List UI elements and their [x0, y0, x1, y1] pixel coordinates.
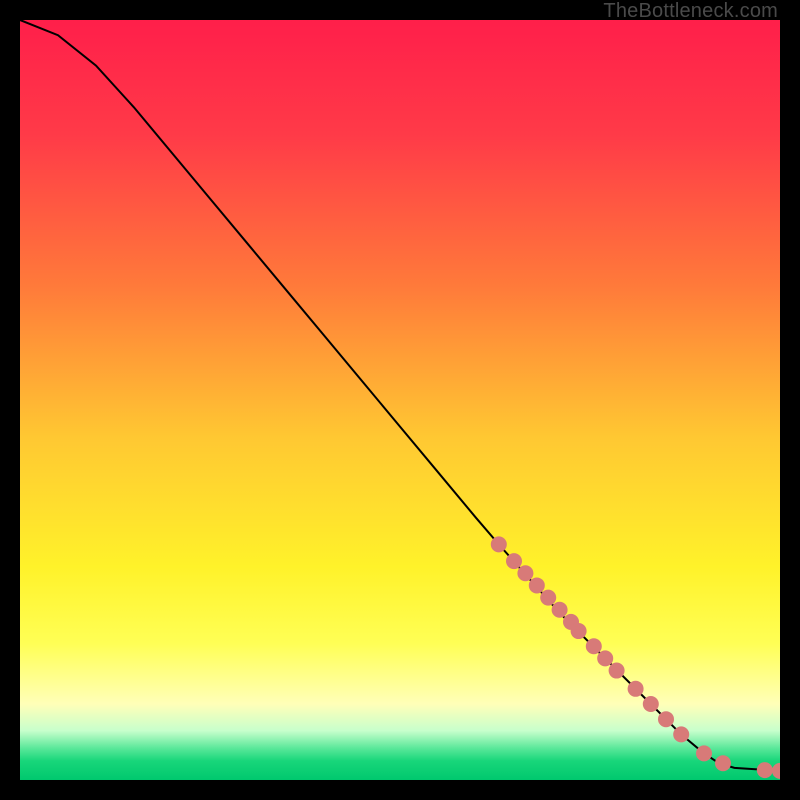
- data-point: [586, 638, 602, 654]
- data-point: [540, 590, 556, 606]
- data-point: [517, 565, 533, 581]
- data-point: [757, 762, 773, 778]
- bottleneck-curve: [20, 20, 780, 771]
- data-point: [491, 536, 507, 552]
- data-point: [696, 745, 712, 761]
- data-point: [529, 577, 545, 593]
- data-point: [715, 755, 731, 771]
- data-point: [552, 602, 568, 618]
- data-point: [571, 623, 587, 639]
- data-point: [643, 696, 659, 712]
- plot-area: [20, 20, 780, 780]
- data-point: [506, 553, 522, 569]
- data-point: [628, 681, 644, 697]
- marker-group: [491, 536, 780, 778]
- data-point: [673, 726, 689, 742]
- data-point: [658, 711, 674, 727]
- chart-stage: TheBottleneck.com: [0, 0, 800, 800]
- data-point: [772, 763, 780, 779]
- data-point: [597, 650, 613, 666]
- data-point: [609, 663, 625, 679]
- curve-layer: [20, 20, 780, 780]
